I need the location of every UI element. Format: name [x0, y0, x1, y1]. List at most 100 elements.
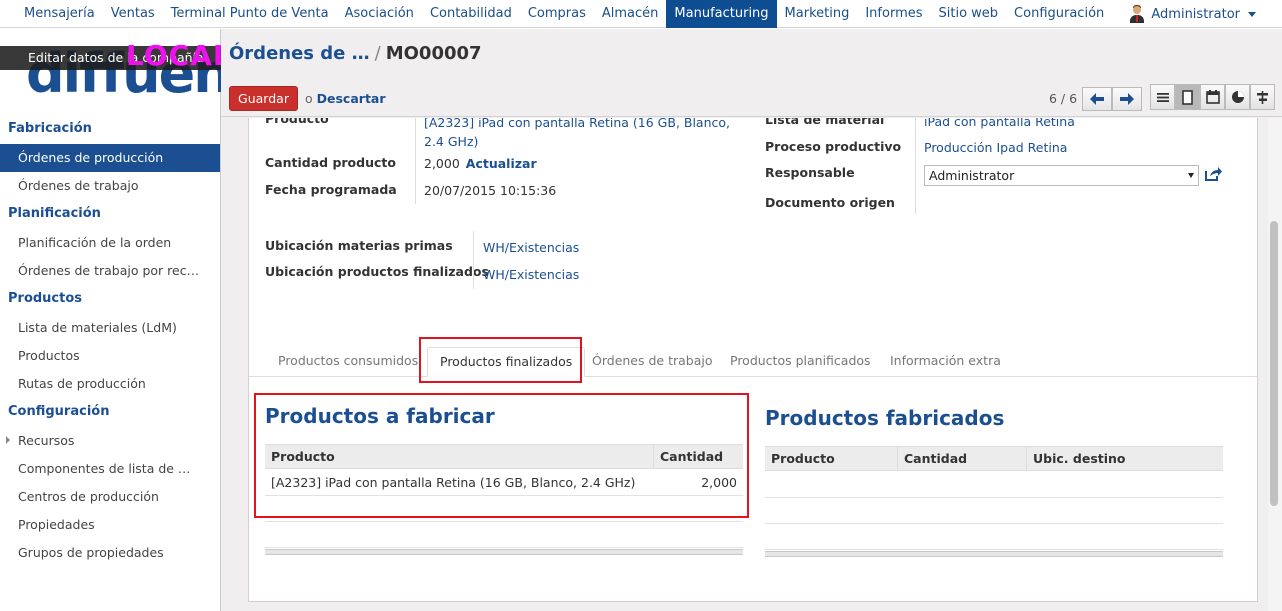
label-producto: Producto [265, 118, 329, 126]
pager-previous-button[interactable] [1082, 87, 1112, 111]
sidebar-item-lista-materiales[interactable]: Lista de materiales (LdM) [0, 314, 220, 342]
tab-informacion-extra[interactable]: Información extra [890, 347, 1001, 377]
column-divider [473, 231, 474, 289]
menu-ventas[interactable]: Ventas [103, 0, 163, 28]
pager-value: 6 / 6 [1049, 91, 1078, 106]
menu-configuracion[interactable]: Configuración [1006, 0, 1112, 28]
sidebar-item-grupos-propiedades[interactable]: Grupos de propiedades [0, 539, 220, 567]
graph-view-button[interactable] [1225, 84, 1250, 110]
sidebar: diffuen Editar datos de la compañía LOCA… [0, 29, 232, 611]
sidebar-section-fabricacion: Fabricación [8, 121, 92, 136]
arrow-right-icon [1120, 93, 1134, 105]
label-ubicacion-finalizados: Ubicación productos finalizados [265, 264, 489, 279]
sidebar-item-ordenes-trabajo-recurso[interactable]: Órdenes de trabajo por rec… [0, 257, 220, 285]
column-header-cantidad[interactable]: Cantidad [897, 447, 967, 471]
user-name: Administrator [1151, 6, 1240, 22]
field-producto[interactable]: [A2323] iPad con pantalla Retina (16 GB,… [424, 118, 744, 151]
menu-informes[interactable]: Informes [857, 0, 930, 28]
discard-button[interactable]: Descartar [317, 91, 386, 106]
main-content: Órdenes de … / MO00007 Guardar o Descartar… [221, 29, 1282, 611]
column-divider [915, 118, 916, 214]
discard-or: o [305, 91, 313, 106]
tab-ordenes-trabajo[interactable]: Órdenes de trabajo [592, 347, 713, 377]
form-view-button[interactable] [1175, 84, 1200, 110]
calendar-view-button[interactable] [1200, 84, 1225, 110]
sidebar-item-ordenes-produccion[interactable]: Órdenes de producción [0, 144, 220, 172]
table-footer [765, 551, 1223, 557]
avatar [1129, 5, 1145, 23]
main-menu: Mensajería Ventas Terminal Punto de Vent… [16, 0, 1112, 28]
sidebar-item-recursos[interactable]: Recursos [0, 427, 220, 455]
label-cantidad-producto: Cantidad producto [265, 155, 396, 170]
menu-pos[interactable]: Terminal Punto de Venta [163, 0, 337, 28]
field-ubicacion-finalizados[interactable]: WH/Existencias [483, 267, 579, 282]
pie-chart-icon [1231, 91, 1244, 103]
pager-next-button[interactable] [1112, 87, 1142, 111]
form-icon [1182, 89, 1193, 105]
sidebar-section-planificacion: Planificación [8, 206, 101, 221]
label-responsable: Responsable [765, 165, 855, 180]
menu-manufacturing[interactable]: Manufacturing [666, 0, 777, 28]
label-ubicacion-materias: Ubicación materias primas [265, 238, 453, 253]
table-row-empty [765, 498, 1223, 524]
products-produced-header: Producto Cantidad Ubic. destino [765, 446, 1223, 471]
sidebar-item-ordenes-trabajo[interactable]: Órdenes de trabajo [0, 172, 220, 200]
sidebar-item-planificacion-orden[interactable]: Planificación de la orden [0, 229, 220, 257]
environment-badge: LOCAL [126, 39, 232, 72]
user-menu[interactable]: Administrator [1129, 0, 1256, 28]
sidebar-section-productos: Productos [8, 291, 83, 306]
sidebar-item-label: Recursos [18, 433, 75, 448]
sidebar-item-centros-produccion[interactable]: Centros de producción [0, 483, 220, 511]
expand-arrow-icon[interactable] [6, 436, 10, 444]
products-produced-title: Productos fabricados [765, 406, 1005, 430]
gantt-icon [1257, 90, 1268, 104]
highlight-annotation [419, 337, 582, 383]
breadcrumb-separator: / [374, 43, 381, 64]
save-button[interactable]: Guardar [229, 86, 298, 111]
company-logo-area: diffuen Editar datos de la compañía LOCA… [0, 29, 232, 115]
discard-group: o Descartar [305, 91, 386, 106]
dropdown-arrow-icon [1188, 173, 1194, 178]
responsable-select[interactable]: Administrator [924, 165, 1199, 186]
column-header-ubic-destino[interactable]: Ubic. destino [1026, 447, 1126, 471]
label-fecha-programada: Fecha programada [265, 182, 397, 197]
column-header-producto[interactable]: Producto [765, 447, 835, 471]
label-lista-material: Lista de material [765, 118, 885, 127]
update-quantity-button[interactable]: Actualizar [466, 156, 537, 171]
quantity-value: 2,000 [424, 156, 460, 171]
list-view-button[interactable] [1150, 84, 1175, 110]
field-lista-material[interactable]: iPad con pantalla Retina [924, 118, 1075, 129]
tab-productos-planificados[interactable]: Productos planificados [730, 347, 871, 377]
menu-sitio-web[interactable]: Sitio web [931, 0, 1007, 28]
label-proceso-productivo: Proceso productivo [765, 139, 902, 154]
table-row-empty [765, 472, 1223, 498]
notebook-tabs: Productos consumidos Productos finalizad… [249, 347, 1257, 377]
scrollbar-thumb[interactable] [1270, 221, 1278, 506]
field-proceso-productivo[interactable]: Producción Ipad Retina [924, 140, 1067, 155]
highlight-annotation [254, 393, 749, 518]
responsable-value: Administrator [929, 168, 1015, 183]
gantt-view-button[interactable] [1250, 84, 1275, 110]
sidebar-item-propiedades[interactable]: Propiedades [0, 511, 220, 539]
menu-mensajeria[interactable]: Mensajería [16, 0, 103, 28]
external-link-icon[interactable] [1204, 166, 1222, 182]
sidebar-item-productos[interactable]: Productos [0, 342, 220, 370]
field-ubicacion-materias[interactable]: WH/Existencias [483, 240, 579, 255]
sidebar-item-componentes-lista[interactable]: Componentes de lista de … [0, 455, 220, 483]
field-cantidad-producto: 2,000 Actualizar [424, 156, 537, 171]
table-footer [265, 549, 743, 555]
menu-marketing[interactable]: Marketing [777, 0, 858, 28]
calendar-icon [1205, 90, 1220, 104]
form-sheet: Producto [A2323] iPad con pantalla Retin… [248, 118, 1258, 602]
menu-asociacion[interactable]: Asociación [337, 0, 422, 28]
tab-productos-consumidos[interactable]: Productos consumidos [278, 347, 418, 377]
breadcrumb-current: MO00007 [385, 43, 482, 64]
sidebar-item-rutas-produccion[interactable]: Rutas de producción [0, 370, 220, 398]
field-fecha-programada[interactable]: 20/07/2015 10:15:36 [424, 183, 556, 198]
menu-almacen[interactable]: Almacén [594, 0, 667, 28]
menu-contabilidad[interactable]: Contabilidad [422, 0, 520, 28]
scrollbar[interactable] [1268, 118, 1282, 611]
breadcrumb-parent[interactable]: Órdenes de … [229, 43, 370, 64]
menu-compras[interactable]: Compras [520, 0, 594, 28]
top-menu-bar: Mensajería Ventas Terminal Punto de Vent… [0, 0, 1282, 28]
